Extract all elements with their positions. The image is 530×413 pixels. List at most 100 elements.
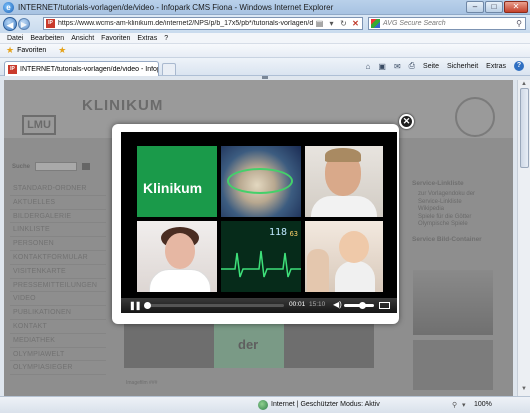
nurse-face-shape — [165, 233, 195, 269]
klinikum-logo[interactable]: KLINIKUM — [82, 97, 163, 114]
nav-item[interactable]: OLYMPIAWELT — [10, 348, 106, 362]
vertical-scrollbar[interactable]: ▲ ▼ — [517, 80, 530, 396]
site-search-button[interactable] — [82, 163, 90, 170]
doctor-arm-shape — [307, 249, 329, 292]
nav-item[interactable]: PERSONEN — [10, 237, 106, 251]
address-bar[interactable]: IP https://www.wcms-am-klinikum.de/inter… — [43, 17, 363, 30]
address-url[interactable]: https://www.wcms-am-klinikum.de/internet… — [58, 20, 313, 27]
compat-view-icon[interactable]: ▤ — [315, 19, 324, 28]
home-icon[interactable]: ⌂ — [366, 62, 371, 71]
player-controls: ❚❚ 00:01 15:10 ◀) — [121, 298, 397, 313]
baby-face-shape — [339, 231, 369, 263]
ie-logo-icon: e — [3, 1, 14, 13]
page-menu[interactable]: Seite — [423, 63, 439, 70]
print-icon[interactable]: ⎙ — [409, 61, 415, 71]
video-player[interactable]: Klinikum 118 63 ❚❚ 00:01 15:10 ◀) — [121, 132, 397, 313]
nav-item[interactable]: PUBLIKATIONEN — [10, 306, 106, 320]
nav-item[interactable]: MEDIATHEK — [10, 334, 106, 348]
baby-body-shape — [335, 261, 375, 292]
monitor-value: 118 — [268, 227, 287, 238]
nav-item[interactable]: PRESSEMITTEILUNGEN — [10, 279, 106, 293]
university-seal-icon — [455, 97, 495, 137]
right-column: Service-Linkliste zur Vorlagendoku der S… — [412, 180, 502, 243]
doctor-shirt-shape — [311, 196, 377, 217]
menu-bearbeiten[interactable]: Bearbeiten — [30, 35, 64, 42]
nav-item[interactable]: STANDARD-ORDNER — [10, 182, 106, 196]
scroll-down-icon[interactable]: ▼ — [521, 386, 527, 392]
site-nav: STANDARD-ORDNER AKTUELLES BILDERGALERIE … — [10, 182, 106, 376]
linklist-item[interactable]: Wikipedia — [412, 206, 502, 214]
nav-item[interactable]: OLYMPIASIEGER — [10, 361, 106, 376]
monitor-value-secondary: 63 — [289, 230, 298, 238]
back-button[interactable]: ◀ — [3, 17, 17, 31]
close-window-button[interactable]: ✕ — [504, 1, 528, 13]
lightbox-close-button[interactable]: ✕ — [399, 114, 414, 129]
refresh-icon[interactable]: ↻ — [339, 19, 348, 28]
video-tile-klinikum: Klinikum — [137, 146, 217, 217]
nav-item[interactable]: KONTAKTFORMULAR — [10, 251, 106, 265]
tab-label: INTERNET/tutorials-vorlagen/de/video - I… — [20, 65, 158, 73]
video-tile-monitor: 118 63 — [221, 221, 301, 292]
volume-icon[interactable]: ◀) — [333, 300, 342, 309]
minimize-button[interactable]: – — [466, 1, 484, 13]
new-tab-button[interactable] — [162, 63, 176, 75]
forward-button[interactable]: ▶ — [18, 18, 30, 30]
doctor-hair-shape — [325, 148, 361, 162]
ecg-wave-icon — [221, 250, 301, 278]
search-icon[interactable]: ⚲ — [516, 19, 522, 28]
title-bar: e INTERNET/tutorials-vorlagen/de/video -… — [0, 0, 530, 15]
nav-item[interactable]: BILDERGALERIE — [10, 210, 106, 224]
seek-handle[interactable] — [144, 302, 152, 309]
seek-bar[interactable] — [144, 304, 284, 307]
maximize-button[interactable]: □ — [485, 1, 503, 13]
tab-row: IP INTERNET/tutorials-vorlagen/de/video … — [0, 58, 530, 76]
video-tile-nurse — [137, 221, 217, 292]
nav-item[interactable]: AKTUELLES — [10, 196, 106, 210]
linklist-item[interactable]: zur Vorlagendoku der — [412, 191, 502, 199]
tools-menu[interactable]: Extras — [486, 63, 506, 70]
security-menu[interactable]: Sicherheit — [447, 63, 478, 70]
status-bar: Internet | Geschützter Modus: Aktiv ⚲ ▾ … — [0, 396, 530, 413]
image-caption: Imagefilm ### — [126, 380, 158, 386]
window-title: INTERNET/tutorials-vorlagen/de/video - I… — [18, 2, 334, 12]
scroll-up-icon[interactable]: ▲ — [521, 81, 527, 87]
linklist-item[interactable]: Service-Linkliste — [412, 199, 502, 207]
nav-item[interactable]: LINKLISTE — [10, 223, 106, 238]
mail-icon[interactable]: ✉ — [394, 62, 401, 71]
zoom-icon[interactable]: ⚲ — [452, 401, 457, 409]
internet-zone-icon — [258, 400, 268, 410]
nav-item[interactable]: KONTAKT — [10, 320, 106, 334]
volume-handle[interactable] — [359, 302, 366, 309]
stop-icon[interactable]: ✕ — [351, 19, 360, 28]
video-tile-doctor — [305, 146, 383, 217]
fullscreen-button[interactable] — [379, 302, 390, 309]
gallery-image — [413, 340, 493, 390]
lmu-logo[interactable]: LMU — [22, 115, 56, 135]
dropdown-icon[interactable]: ▾ — [327, 19, 336, 28]
zoom-dropdown-icon[interactable]: ▾ — [462, 401, 466, 409]
pause-button[interactable]: ❚❚ — [129, 301, 141, 310]
search-box[interactable]: AVG Secure Search ⚲ — [368, 17, 526, 30]
linklist-heading: Service-Linkliste — [412, 180, 464, 187]
menu-help[interactable]: ? — [164, 35, 168, 42]
favorites-star-icon[interactable]: ★ — [6, 45, 14, 56]
duration: 15:10 — [309, 301, 326, 308]
menu-datei[interactable]: Datei — [7, 35, 23, 42]
add-favorite-icon[interactable]: ★ — [58, 45, 66, 56]
tab-active[interactable]: IP INTERNET/tutorials-vorlagen/de/video … — [4, 61, 159, 76]
scrollbar-thumb[interactable] — [520, 88, 529, 168]
menu-favoriten[interactable]: Favoriten — [101, 35, 130, 42]
menu-extras[interactable]: Extras — [137, 35, 157, 42]
zoom-level[interactable]: 100% — [474, 401, 492, 408]
site-search-input[interactable] — [35, 162, 77, 171]
linklist-item[interactable]: Spiele für die Götter — [412, 214, 502, 222]
search-input[interactable]: AVG Secure Search — [383, 20, 516, 27]
security-zone[interactable]: Internet | Geschützter Modus: Aktiv — [271, 401, 380, 408]
nav-item[interactable]: VISITENKARTE — [10, 265, 106, 279]
nav-item[interactable]: VIDEO — [10, 292, 106, 307]
linklist-item[interactable]: Olympische Spiele — [412, 221, 502, 229]
favorites-button[interactable]: Favoriten — [17, 47, 46, 54]
feeds-icon[interactable]: ▣ — [378, 62, 386, 71]
help-icon[interactable]: ? — [514, 61, 524, 71]
menu-ansicht[interactable]: Ansicht — [71, 35, 94, 42]
